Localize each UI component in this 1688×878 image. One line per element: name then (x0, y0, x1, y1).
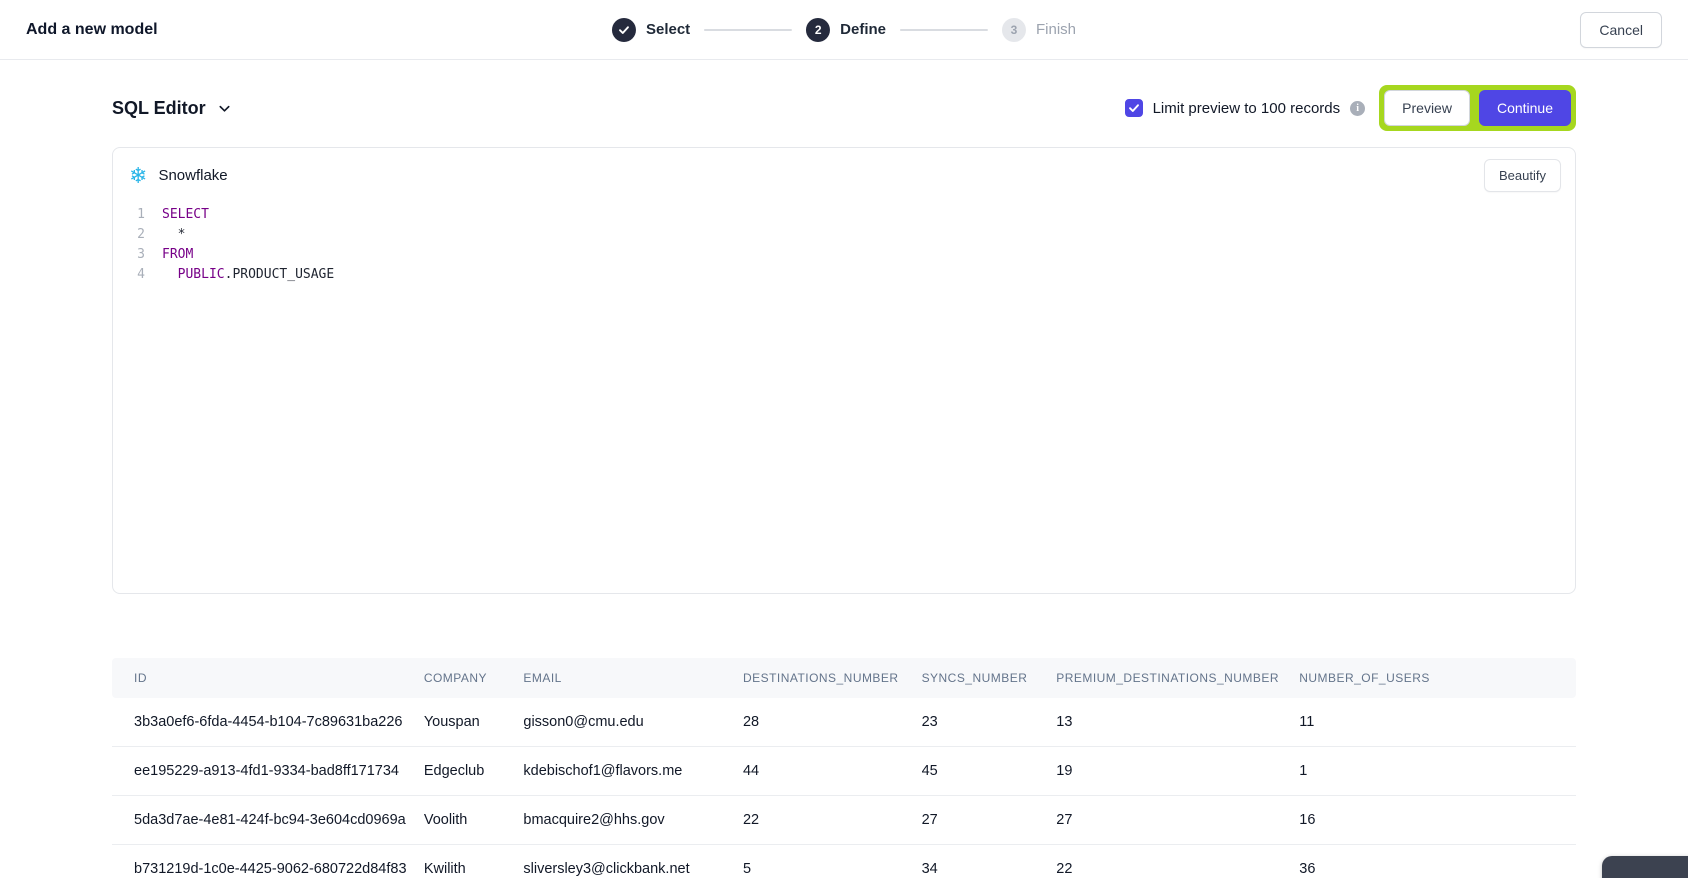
code-line: 2 * (113, 225, 1575, 245)
limit-preview-checkbox[interactable] (1125, 99, 1143, 117)
code-text: FROM (162, 245, 193, 265)
code-line: 3 FROM (113, 245, 1575, 265)
limit-preview-group: Limit preview to 100 records i (1125, 99, 1366, 117)
table-cell: kdebischof1@flavors.me (523, 747, 743, 796)
table-cell: 45 (922, 747, 1057, 796)
source-info: ❄ Snowflake (129, 165, 228, 187)
column-header: DESTINATIONS_NUMBER (743, 658, 922, 698)
table-cell: 22 (743, 796, 922, 845)
step-connector (704, 29, 792, 31)
table-cell: 27 (922, 796, 1057, 845)
line-number: 1 (113, 205, 145, 225)
info-icon[interactable]: i (1350, 101, 1365, 116)
step-number: 2 (806, 18, 830, 42)
table-cell: 11 (1299, 698, 1576, 747)
step-select: Select (612, 18, 690, 42)
table-cell: 22 (1056, 845, 1299, 878)
sql-editor-card: ❄ Snowflake Beautify 1SELECT2 *3FROM4 PU… (112, 147, 1576, 594)
line-number: 4 (113, 265, 145, 285)
table-cell: sliversley3@clickbank.net (523, 845, 743, 878)
table-cell: Voolith (424, 796, 524, 845)
table-cell: b731219d-1c0e-4425-9062-680722d84f83 (112, 845, 424, 878)
table-cell: Edgeclub (424, 747, 524, 796)
code-text: PUBLIC.PRODUCT_USAGE (162, 265, 334, 285)
page-title: Add a new model (26, 21, 158, 39)
table-cell: ee195229-a913-4fd1-9334-bad8ff171734 (112, 747, 424, 796)
table-cell: 28 (743, 698, 922, 747)
table-cell: 1 (1299, 747, 1576, 796)
code-text: SELECT (162, 205, 209, 225)
table-cell: 27 (1056, 796, 1299, 845)
column-header: COMPANY (424, 658, 524, 698)
table-cell: 23 (922, 698, 1057, 747)
table-cell: Youspan (424, 698, 524, 747)
table-cell: 36 (1299, 845, 1576, 878)
table-cell: 19 (1056, 747, 1299, 796)
table-cell: 34 (922, 845, 1057, 878)
limit-preview-label: Limit preview to 100 records (1153, 100, 1341, 117)
step-define: 2 Define (806, 18, 886, 42)
cancel-button[interactable]: Cancel (1580, 12, 1662, 48)
column-header: EMAIL (523, 658, 743, 698)
step-label: Select (646, 21, 690, 38)
table-row: 3b3a0ef6-6fda-4454-b104-7c89631ba226Yous… (112, 698, 1576, 747)
step-label: Define (840, 21, 886, 38)
step-finish: 3 Finish (1002, 18, 1076, 42)
step-number: 3 (1002, 18, 1026, 42)
code-line: 1 SELECT (113, 205, 1575, 225)
chevron-down-icon (217, 101, 232, 116)
table-cell: 13 (1056, 698, 1299, 747)
preview-button[interactable]: Preview (1384, 90, 1470, 126)
chat-widget[interactable] (1602, 856, 1688, 878)
table-cell: gisson0@cmu.edu (523, 698, 743, 747)
editor-type-dropdown[interactable]: SQL Editor (112, 98, 232, 119)
step-connector (900, 29, 988, 31)
column-header: ID (112, 658, 424, 698)
source-name: Snowflake (158, 167, 227, 184)
column-header: SYNCS_NUMBER (922, 658, 1057, 698)
beautify-button[interactable]: Beautify (1484, 159, 1561, 192)
editor-type-label: SQL Editor (112, 98, 206, 119)
table-cell: 5da3d7ae-4e81-424f-bc94-3e604cd0969a (112, 796, 424, 845)
preview-results: IDCOMPANYEMAILDESTINATIONS_NUMBERSYNCS_N… (112, 658, 1576, 878)
table-row: ee195229-a913-4fd1-9334-bad8ff171734Edge… (112, 747, 1576, 796)
step-label: Finish (1036, 21, 1076, 38)
table-cell: 3b3a0ef6-6fda-4454-b104-7c89631ba226 (112, 698, 424, 747)
step-check-icon (612, 18, 636, 42)
table-cell: 16 (1299, 796, 1576, 845)
snowflake-icon: ❄ (129, 165, 147, 187)
table-cell: 5 (743, 845, 922, 878)
code-text: * (162, 225, 185, 245)
table-header-row: IDCOMPANYEMAILDESTINATIONS_NUMBERSYNCS_N… (112, 658, 1576, 698)
table-cell: 44 (743, 747, 922, 796)
line-number: 2 (113, 225, 145, 245)
table-cell: Kwilith (424, 845, 524, 878)
editor-header: ❄ Snowflake Beautify (113, 148, 1575, 201)
table-body: 3b3a0ef6-6fda-4454-b104-7c89631ba226Yous… (112, 698, 1576, 878)
table-row: 5da3d7ae-4e81-424f-bc94-3e604cd0969aVool… (112, 796, 1576, 845)
annotation-highlight-box: Preview Continue (1379, 85, 1576, 131)
results-table: IDCOMPANYEMAILDESTINATIONS_NUMBERSYNCS_N… (112, 658, 1576, 878)
column-header: NUMBER_OF_USERS (1299, 658, 1576, 698)
toolbar-actions: Limit preview to 100 records i Preview C… (1125, 85, 1576, 131)
line-number: 3 (113, 245, 145, 265)
column-header: PREMIUM_DESTINATIONS_NUMBER (1056, 658, 1299, 698)
editor-toolbar: SQL Editor Limit preview to 100 records … (112, 84, 1576, 132)
code-line: 4 PUBLIC.PRODUCT_USAGE (113, 265, 1575, 285)
continue-button[interactable]: Continue (1479, 90, 1571, 126)
stepper: Select 2 Define 3 Finish (612, 18, 1076, 42)
code-area[interactable]: 1SELECT2 *3FROM4 PUBLIC.PRODUCT_USAGE (113, 201, 1575, 285)
top-bar: Add a new model Select 2 Define 3 Finish Can… (0, 0, 1688, 60)
table-row: b731219d-1c0e-4425-9062-680722d84f83Kwil… (112, 845, 1576, 878)
table-cell: bmacquire2@hhs.gov (523, 796, 743, 845)
